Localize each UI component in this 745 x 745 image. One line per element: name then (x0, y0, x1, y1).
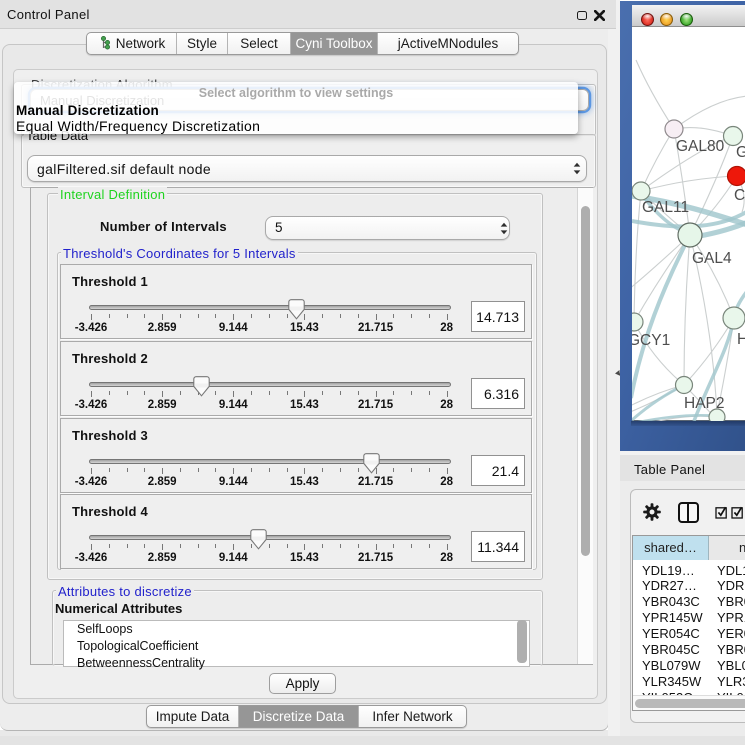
svg-text:GCY1: GCY1 (632, 332, 670, 349)
svg-text:H: H (737, 331, 745, 348)
svg-text:C: C (734, 187, 745, 204)
svg-text:GAL80: GAL80 (676, 138, 725, 155)
svg-text:HAP2: HAP2 (684, 395, 725, 412)
svg-text:GAL11: GAL11 (642, 199, 689, 216)
svg-text:GAL4: GAL4 (692, 250, 732, 267)
svg-text:GA: GA (736, 144, 745, 161)
